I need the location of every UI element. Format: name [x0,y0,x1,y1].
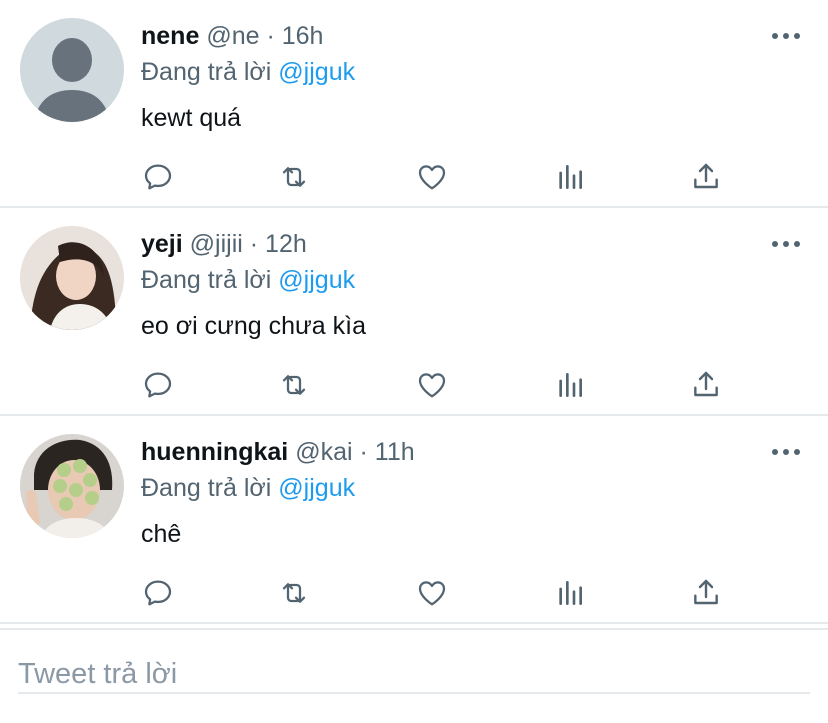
separator-dot: · [359,438,368,466]
mention-link[interactable]: @jjguk [278,266,355,294]
reply-tweet[interactable]: yeji @jijii · 12h Đang trả lời @jjguk eo… [0,208,828,416]
more-icon[interactable] [772,28,800,44]
retweet-icon[interactable] [277,368,311,402]
action-bar [141,160,741,194]
analytics-icon[interactable] [553,576,587,610]
action-bar [141,576,741,610]
reply-icon[interactable] [141,576,175,610]
reply-input[interactable] [18,658,718,691]
timestamp[interactable]: 16h [282,22,324,50]
more-icon[interactable] [772,236,800,252]
replying-prefix: Đang trả lời [141,266,272,294]
replying-prefix: Đang trả lời [141,474,272,502]
tweet-text: eo ơi cưng chưa kìa [141,312,366,340]
tweet-text: kewt quá [141,104,242,132]
replying-to-line: Đang trả lời @jjguk [141,472,355,504]
like-icon[interactable] [415,576,449,610]
reply-icon[interactable] [141,368,175,402]
input-underline [18,692,810,694]
tweet-text: chê [141,520,182,548]
share-icon[interactable] [689,160,723,194]
share-icon[interactable] [689,368,723,402]
retweet-icon[interactable] [277,160,311,194]
avatar[interactable] [20,226,124,330]
action-bar [141,368,741,402]
retweet-icon[interactable] [277,576,311,610]
timestamp[interactable]: 11h [375,438,415,466]
avatar[interactable] [20,434,124,538]
user-handle[interactable]: @ne [206,22,259,50]
display-name[interactable]: huenningkai [141,438,288,466]
display-name[interactable]: nene [141,22,199,50]
tweet-header: yeji @jijii · 12h [141,228,307,260]
replying-prefix: Đang trả lời [141,58,272,86]
reply-icon[interactable] [141,160,175,194]
tweet-header: huenningkai @kai · 11h [141,436,415,468]
separator-dot: · [266,22,275,50]
replying-to-line: Đang trả lời @jjguk [141,264,355,296]
share-icon[interactable] [689,576,723,610]
analytics-icon[interactable] [553,160,587,194]
mention-link[interactable]: @jjguk [278,474,355,502]
reply-tweet[interactable]: nene @ne · 16h Đang trả lời @jjguk kewt … [0,0,828,208]
user-handle[interactable]: @kai [295,438,352,466]
mention-link[interactable]: @jjguk [278,58,355,86]
separator-dot: · [249,230,259,258]
analytics-icon[interactable] [553,368,587,402]
avatar[interactable] [20,18,124,122]
like-icon[interactable] [415,160,449,194]
like-icon[interactable] [415,368,449,402]
reply-tweet[interactable]: huenningkai @kai · 11h Đang trả lời @jjg… [0,416,828,624]
replying-to-line: Đang trả lời @jjguk [141,56,355,88]
more-icon[interactable] [772,444,800,460]
tweet-header: nene @ne · 16h [141,20,323,52]
display-name[interactable]: yeji [141,230,183,258]
user-handle[interactable]: @jijii [190,230,243,258]
reply-compose [0,628,828,723]
timestamp[interactable]: 12h [265,230,307,258]
